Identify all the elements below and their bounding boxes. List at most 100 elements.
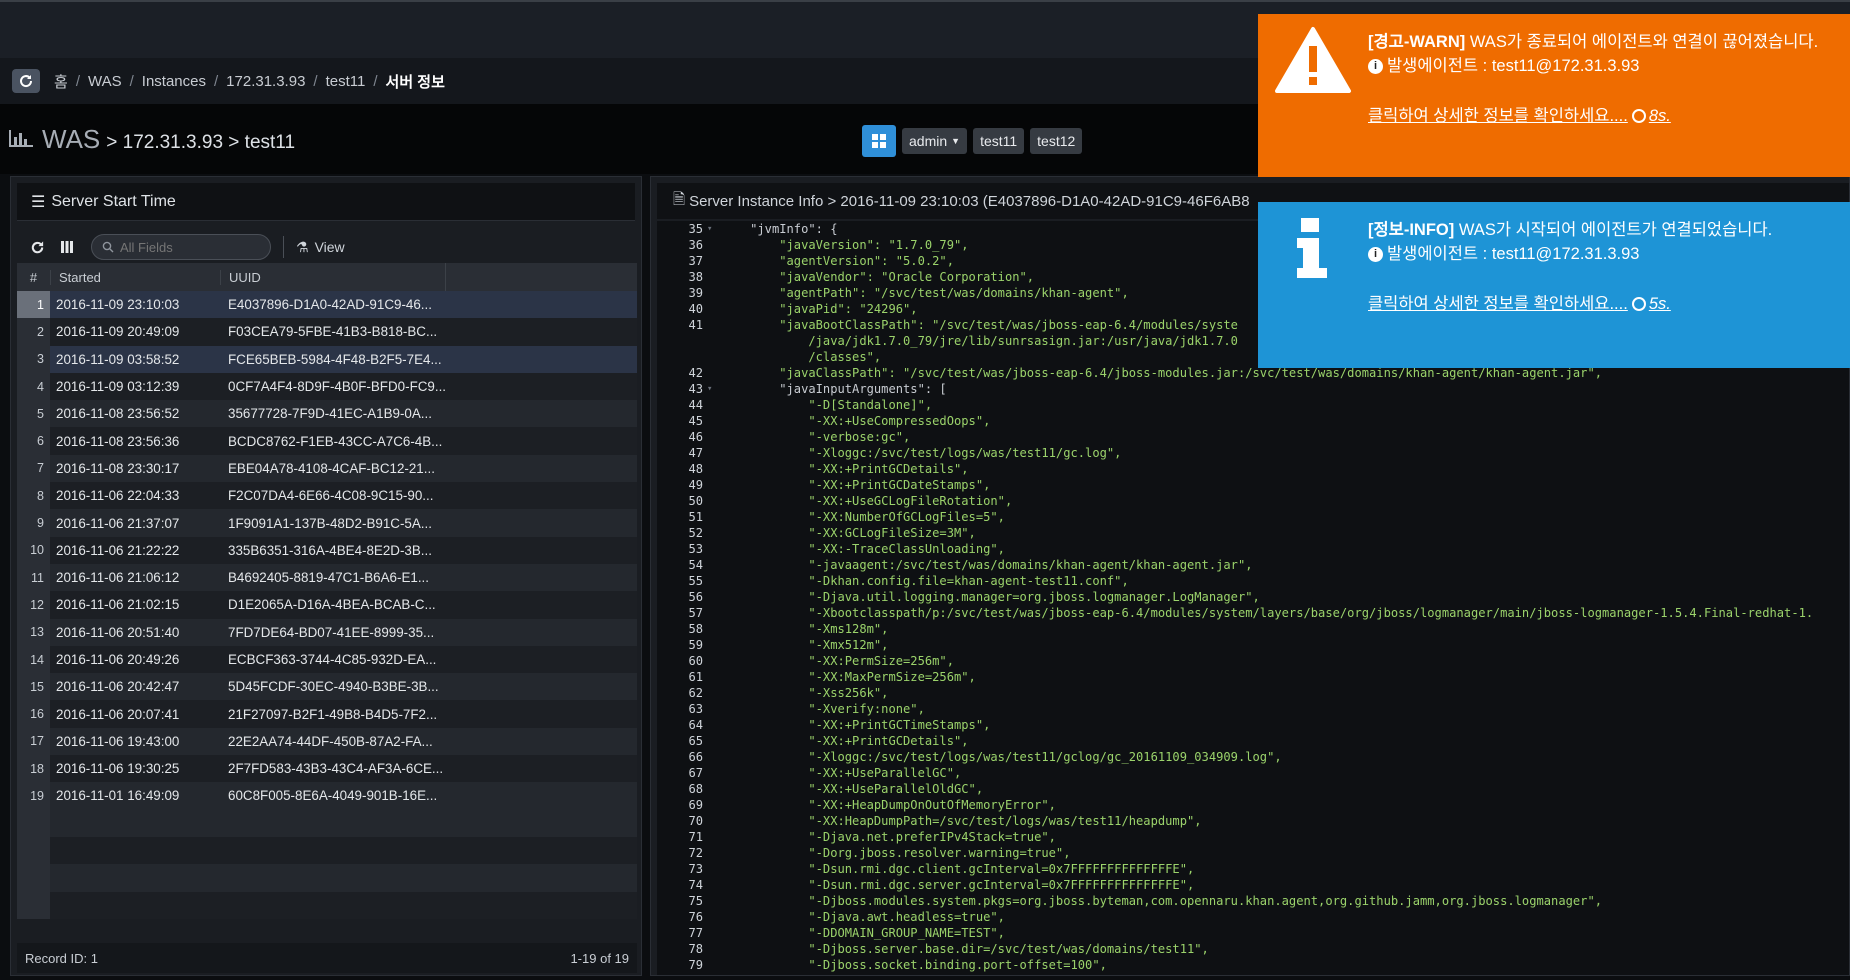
code-line: 48 "-XX:+PrintGCDetails", [657, 461, 1849, 477]
line-number: 76 [688, 910, 703, 924]
line-text: "-Djava.net.preferIPv4Stack=true", [721, 830, 1056, 844]
line-text: "-XX:+PrintGCDetails", [721, 462, 969, 476]
table-row[interactable]: 12 2016-11-06 21:02:15 D1E2065A-D16A-4BEA-… [17, 591, 637, 619]
fold-caret-icon[interactable]: ▾ [707, 221, 721, 237]
fold-caret-icon[interactable]: ▾ [707, 381, 721, 397]
grid-footer: Record ID: 1 1-19 of 19 [17, 943, 637, 973]
breadcrumb-instances[interactable]: Instances [142, 73, 206, 90]
info-detail-link[interactable]: 클릭하여 상세한 정보를 확인하세요.... 5s. [1368, 292, 1830, 316]
line-number: 59 [688, 638, 703, 652]
col-header-started[interactable]: Started [50, 269, 220, 285]
info-notification[interactable]: [정보-INFO] WAS가 시작되어 에이전트가 연결되었습니다. i 발생에이… [1258, 202, 1850, 368]
row-started: 2016-11-06 20:51:40 [56, 624, 180, 640]
breadcrumb: 홈 / WAS / Instances/ 172.31.3.93/ test11/ … [54, 71, 445, 92]
fold-gutter [707, 365, 721, 381]
code-line: 66 "-Xloggc:/svc/test/logs/was/test11/gc… [657, 749, 1849, 765]
table-row[interactable]: 15 2016-11-06 20:42:47 5D45FCDF-30EC-4940-… [17, 673, 637, 701]
fold-gutter [707, 653, 721, 669]
info-link-text[interactable]: 클릭하여 상세한 정보를 확인하세요. [1368, 292, 1614, 316]
code-line: 65 "-XX:+PrintGCDetails", [657, 733, 1849, 749]
line-text: "-Dsun.rmi.dgc.client.gcInterval=0x7FFFF… [721, 862, 1195, 876]
line-number: 42 [688, 366, 703, 380]
fold-gutter [707, 397, 721, 413]
code-line: 75 "-Djboss.modules.system.pkgs=org.jbos… [657, 893, 1849, 909]
table-row[interactable]: 8 2016-11-06 22:04:33 F2C07DA4-6E66-4C08-9… [17, 482, 637, 510]
row-uuid: 35677728-7F9D-41EC-A1B9-0A... [228, 406, 432, 422]
col-header-num[interactable]: # [17, 270, 50, 285]
table-row[interactable]: 19 2016-11-01 16:49:09 60C8F005-8E6A-4049-… [17, 782, 637, 810]
code-line: 69 "-XX:+HeapDumpOnOutOfMemoryError", [657, 797, 1849, 813]
table-row[interactable]: 16 2016-11-06 20:07:41 21F27097-B2F1-49B8-… [17, 700, 637, 728]
breadcrumb-current: 서버 정보 [385, 73, 445, 91]
caret-down-icon: ▼ [951, 136, 961, 146]
line-text: "-XX:+UseParallelOldGC", [721, 782, 984, 796]
fold-gutter [707, 717, 721, 733]
columns-button[interactable] [57, 237, 77, 257]
panel-header: ☰ Server Start Time [17, 183, 635, 221]
line-number: 50 [688, 494, 703, 508]
grid-view-button[interactable] [862, 125, 896, 157]
warn-link-text[interactable]: 클릭하여 상세한 정보를 확인하세요. [1368, 104, 1614, 128]
breadcrumb-instance[interactable]: test11 [326, 73, 366, 90]
panel-title: Server Instance Info > 2016-11-09 23:10:… [689, 192, 1250, 210]
user-dropdown[interactable]: admin ▼ [902, 128, 968, 154]
fold-gutter [707, 733, 721, 749]
row-uuid: EBE04A78-4108-4CAF-BC12-21... [228, 460, 435, 476]
table-row[interactable]: 5 2016-11-08 23:56:52 35677728-7F9D-41EC-A… [17, 400, 637, 428]
warn-link-ellipsis: ... [1614, 107, 1628, 125]
table-row[interactable]: 18 2016-11-06 19:30:25 2F7FD583-43B3-43C4-… [17, 755, 637, 783]
fold-gutter [707, 493, 721, 509]
row-uuid: BCDC8762-F1EB-43CC-A7C6-4B... [228, 433, 443, 449]
line-number: 47 [688, 446, 703, 460]
warn-detail-link[interactable]: 클릭하여 상세한 정보를 확인하세요.... 8s. [1368, 104, 1830, 128]
table-row[interactable]: 7 2016-11-08 23:30:17 EBE04A78-4108-4CAF-B… [17, 454, 637, 483]
fold-gutter [707, 893, 721, 909]
line-number: 48 [688, 462, 703, 476]
table-row[interactable]: 13 2016-11-06 20:51:40 7FD7DE64-BD07-41EE-… [17, 618, 637, 646]
row-uuid: F2C07DA4-6E66-4C08-9C15-90... [228, 488, 434, 504]
breadcrumb-was[interactable]: WAS [88, 73, 122, 90]
line-text: "-Xmx512m", [721, 638, 889, 652]
table-row[interactable]: 1 2016-11-09 23:10:03 E4037896-D1A0-42AD-9… [17, 291, 637, 319]
breadcrumb-home[interactable]: 홈 [54, 71, 68, 92]
refresh-button[interactable] [12, 69, 40, 93]
row-number: 11 [17, 563, 50, 592]
table-row[interactable]: 3 2016-11-09 03:58:52 FCE65BEB-5984-4F48-B… [17, 345, 637, 373]
fold-gutter [707, 621, 721, 637]
fold-gutter [707, 557, 721, 573]
row-started: 2016-11-08 23:30:17 [56, 460, 180, 476]
row-number: 15 [17, 673, 50, 701]
row-uuid: FCE65BEB-5984-4F48-B2F5-7E4... [228, 351, 442, 367]
search-input[interactable] [120, 239, 260, 255]
info-text: WAS가 시작되어 에이전트가 연결되었습니다. [1454, 221, 1773, 239]
table-row[interactable]: 4 2016-11-09 03:12:39 0CF7A4F4-8D9F-4B0F-B… [17, 372, 637, 401]
col-header-uuid[interactable]: UUID [220, 269, 445, 285]
view-button-label: View [314, 239, 345, 255]
table-row[interactable]: 10 2016-11-06 21:22:22 335B6351-316A-4BE4-… [17, 536, 637, 564]
code-line: 47 "-Xloggc:/svc/test/logs/was/test11/gc… [657, 445, 1849, 461]
reload-button[interactable] [27, 237, 47, 257]
table-row[interactable]: 6 2016-11-08 23:56:36 BCDC8762-F1EB-43CC-A… [17, 427, 637, 455]
instance-tab-test12[interactable]: test12 [1030, 128, 1083, 154]
line-number: 39 [688, 286, 703, 300]
table-row[interactable]: 17 2016-11-06 19:43:00 22E2AA74-44DF-450B-… [17, 727, 637, 756]
instance-tab-test11[interactable]: test11 [973, 128, 1025, 154]
view-button[interactable]: ⚗ View [296, 239, 345, 256]
table-row[interactable]: 9 2016-11-06 21:37:07 1F9091A1-137B-48D2-B… [17, 509, 637, 537]
table-row[interactable]: 11 2016-11-06 21:06:12 B4692405-8819-47C1-… [17, 563, 637, 592]
code-line: 63 "-Xverify:none", [657, 701, 1849, 717]
line-number: 64 [688, 718, 703, 732]
line-number: 41 [688, 318, 703, 332]
table-row[interactable]: 2 2016-11-09 20:49:09 F03CEA79-5FBE-41B3-B… [17, 318, 637, 346]
line-text: "-Dsun.rmi.dgc.server.gcInterval=0x7FFFF… [721, 878, 1195, 892]
warn-notification[interactable]: [경고-WARN] WAS가 종료되어 에이전트와 연결이 끊어졌습니다. i발… [1258, 14, 1850, 177]
fold-gutter [707, 813, 721, 829]
row-started: 2016-11-01 16:49:09 [56, 788, 180, 804]
row-uuid: D1E2065A-D16A-4BEA-BCAB-C... [228, 597, 436, 613]
table-row[interactable]: 14 2016-11-06 20:49:26 ECBCF363-3744-4C85-… [17, 645, 637, 674]
row-number: 3 [17, 345, 50, 373]
breadcrumb-host[interactable]: 172.31.3.93 [226, 73, 305, 90]
page-title-path: > 172.31.3.93 > test11 [106, 132, 296, 153]
line-number: 52 [688, 526, 703, 540]
row-number: 7 [17, 454, 50, 483]
